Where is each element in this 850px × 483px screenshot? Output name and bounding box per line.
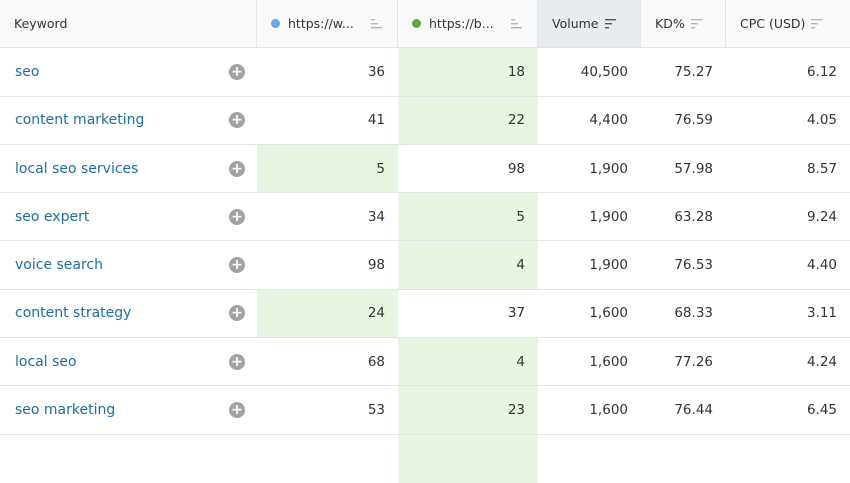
cpc-cell: 6.45 (726, 386, 850, 435)
site-b-position-cell: 37 (398, 290, 538, 339)
site-b-position-cell: 5 (398, 193, 538, 242)
volume-cell: 4,400 (538, 97, 641, 145)
column-header-volume[interactable]: Volume (538, 0, 641, 49)
site-a-color-dot (271, 19, 280, 29)
sort-ascending-icon[interactable] (371, 18, 383, 29)
cpc-cell: 6.12 (726, 48, 850, 97)
sort-descending-icon[interactable] (690, 18, 703, 29)
keyword-link[interactable]: content strategy (15, 305, 131, 321)
keyword-cell: local seo + (0, 338, 257, 387)
cpc-cell: 4.40 (726, 241, 850, 290)
keyword-link[interactable]: voice search (15, 257, 103, 273)
site-b-position-cell: 98 (398, 145, 538, 194)
cpc-cell: 3.11 (726, 290, 850, 339)
site-a-position-cell: 68 (257, 338, 398, 387)
cpc-cell: 9.24 (726, 193, 850, 242)
keyword-link[interactable]: content marketing (15, 112, 144, 128)
keyword-cell: seo + (0, 48, 257, 97)
table-row-partial-cell (726, 435, 850, 483)
keyword-link[interactable]: seo (15, 64, 39, 80)
volume-cell: 1,900 (538, 193, 641, 242)
site-b-position-cell: 4 (398, 241, 538, 290)
sort-ascending-icon[interactable] (511, 18, 523, 29)
site-b-color-dot (412, 19, 421, 29)
volume-cell: 1,900 (538, 241, 641, 290)
kd-cell: 76.44 (641, 386, 726, 435)
site-a-position-cell: 5 (257, 144, 398, 194)
site-a-position-cell: 53 (257, 386, 398, 435)
site-a-position-cell: 98 (257, 241, 398, 290)
kd-cell: 76.59 (641, 97, 726, 145)
site-a-position-cell: 36 (257, 48, 398, 97)
column-header-site-a[interactable]: https://w... (257, 0, 398, 49)
cpc-cell: 8.57 (726, 145, 850, 194)
kd-cell: 75.27 (641, 48, 726, 97)
table-row-partial-cell (398, 434, 538, 483)
volume-cell: 1,600 (538, 290, 641, 339)
add-keyword-icon[interactable]: + (229, 305, 245, 322)
column-header-cpc[interactable]: CPC (USD) (726, 0, 850, 49)
keyword-link[interactable]: local seo services (15, 161, 138, 177)
keyword-cell: content marketing + (0, 97, 257, 145)
column-header-keyword: Keyword (0, 0, 257, 49)
cpc-cell: 4.24 (726, 338, 850, 387)
sort-descending-icon[interactable] (811, 18, 823, 29)
keyword-cell: local seo services + (0, 145, 257, 194)
keyword-cell: seo expert + (0, 193, 257, 242)
site-a-position-cell: 34 (257, 193, 398, 242)
table-row-partial-cell (257, 435, 398, 483)
kd-cell: 76.53 (641, 241, 726, 290)
keyword-link[interactable]: local seo (15, 354, 77, 370)
site-b-position-cell: 23 (398, 386, 538, 435)
keyword-link[interactable]: seo expert (15, 209, 89, 225)
volume-cell: 1,900 (538, 145, 641, 194)
table-row-partial-cell (0, 435, 257, 483)
site-b-position-cell: 22 (398, 96, 538, 145)
sort-descending-icon[interactable] (604, 18, 617, 29)
add-keyword-icon[interactable]: + (229, 402, 245, 419)
kd-cell: 57.98 (641, 145, 726, 194)
add-keyword-icon[interactable]: + (229, 353, 245, 370)
add-keyword-icon[interactable]: + (229, 63, 245, 80)
add-keyword-icon[interactable]: + (229, 208, 245, 225)
keyword-cell: seo marketing + (0, 386, 257, 435)
kd-cell: 77.26 (641, 338, 726, 387)
volume-cell: 1,600 (538, 338, 641, 387)
column-header-site-b[interactable]: https://b... (398, 0, 538, 49)
keyword-cell: content strategy + (0, 290, 257, 339)
keyword-cell: voice search + (0, 241, 257, 290)
kd-cell: 63.28 (641, 193, 726, 242)
kd-cell: 68.33 (641, 290, 726, 339)
site-a-position-cell: 24 (257, 289, 398, 339)
add-keyword-icon[interactable]: + (229, 257, 245, 274)
table-row-partial-cell (641, 435, 726, 483)
site-a-position-cell: 41 (257, 97, 398, 145)
add-keyword-icon[interactable]: + (229, 112, 245, 129)
site-b-position-cell: 18 (398, 48, 538, 97)
volume-cell: 1,600 (538, 386, 641, 435)
site-b-position-cell: 4 (398, 338, 538, 387)
volume-cell: 40,500 (538, 48, 641, 97)
keyword-link[interactable]: seo marketing (15, 402, 115, 418)
table-row-partial-cell (538, 435, 641, 483)
cpc-cell: 4.05 (726, 97, 850, 145)
column-header-kd[interactable]: KD% (641, 0, 726, 49)
keyword-table: Keyword https://w... https://b... Volume… (0, 0, 850, 483)
add-keyword-icon[interactable]: + (229, 160, 245, 177)
